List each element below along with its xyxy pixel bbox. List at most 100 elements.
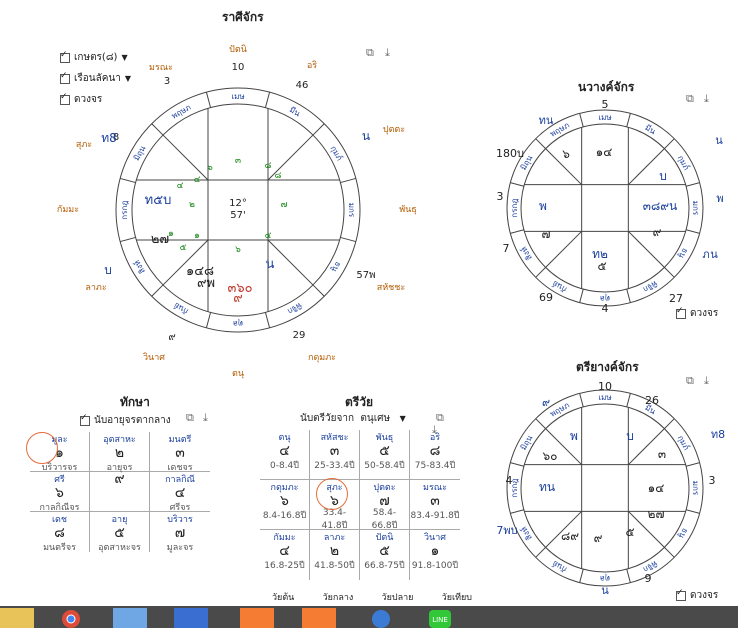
grid-cell: กัมมะ๔ 16.8-25ปี xyxy=(260,530,310,580)
notepad-icon[interactable] xyxy=(174,608,208,628)
sign-label: เมษ xyxy=(598,393,611,402)
planet-label: ท๕บ xyxy=(145,193,172,208)
cell-num: ๓ xyxy=(430,493,440,509)
ring-divider xyxy=(579,289,584,303)
ring-divider xyxy=(535,547,546,558)
download-icon[interactable]: ⤓ xyxy=(203,411,208,425)
ring-divider xyxy=(120,236,136,243)
triwai-grid: ตนุ๔ 0-8.4ปี สหัสชะ๓ 25-33.4ปี พันธุ๕ 50-58.4… xyxy=(260,430,460,580)
external-link-icon[interactable]: ⧉ xyxy=(436,411,444,425)
cell-label: อริ xyxy=(429,433,441,443)
grid-cell: บริวาร๗มูละจร xyxy=(150,512,210,553)
outer-label: 3 xyxy=(497,190,504,203)
outer-label: ท8 xyxy=(711,428,725,441)
grid-line xyxy=(267,239,314,286)
folder-icon[interactable] xyxy=(0,608,34,628)
ring-divider xyxy=(510,509,524,514)
house-name: ลาภะ xyxy=(85,283,107,293)
triwai-footer: วัยต้น วัยกลาง วัยปลาย วัยเทียบ xyxy=(272,593,472,603)
outer-value: 3 xyxy=(164,76,170,87)
grid-cell: อายุ๕อุตสาหะจร xyxy=(90,512,150,553)
grid-line xyxy=(545,230,583,268)
outer-label: น xyxy=(715,134,723,147)
planet-label: ๙ xyxy=(653,225,662,239)
cell-label: สหัสชะ xyxy=(320,433,349,443)
outer-label: พ xyxy=(716,192,723,205)
cell-sub: มนตรีจร xyxy=(43,543,76,553)
planet-label: บ xyxy=(626,429,634,443)
ring-divider xyxy=(510,462,524,467)
ring-divider xyxy=(626,569,631,583)
snip-icon[interactable] xyxy=(240,608,274,628)
taksa-checkbox[interactable]: นับอายุจรตากลาง xyxy=(80,413,171,428)
cell-num: ๘ xyxy=(54,525,65,541)
external-link-icon[interactable]: ⧉ xyxy=(186,411,194,425)
cell-num: ๕ xyxy=(379,443,390,459)
chevron-down-icon[interactable]: ▼ xyxy=(400,414,406,423)
planet-label: ๒๗ xyxy=(648,507,665,521)
browser-icon[interactable] xyxy=(364,608,398,628)
sign-label: ตุล xyxy=(600,574,610,583)
grid-cell: มนตรี๓เดชจร xyxy=(150,432,210,473)
grid-cell: กาลกิณี๔ศรีจร xyxy=(150,472,210,513)
sign-label: กุมภ์ xyxy=(676,153,692,171)
cell-num: ๖ xyxy=(280,493,289,509)
house-number: ๗ xyxy=(281,200,288,210)
house-number: ๘ xyxy=(275,171,282,181)
outer-label: 3 xyxy=(709,474,716,487)
outer-value: 57พ xyxy=(356,270,375,281)
taksa-title: ทักษา xyxy=(120,395,150,409)
trivamsa-chart: เมษมีนกุมภ์มกรธนูพิจิกตุลกันย์สิงห์กรกฎม… xyxy=(496,380,725,597)
navamsa-chart: เมษมีนกุมภ์มกรธนูพิจิกตุลกันย์สิงห์กรกฎม… xyxy=(496,98,724,315)
outer-label: 69 xyxy=(539,291,553,304)
camera-icon[interactable] xyxy=(302,608,336,628)
calculator-icon[interactable] xyxy=(113,608,147,628)
cell-sub: 91.8-100ปี xyxy=(411,561,459,571)
sign-label: กันย์ xyxy=(551,279,569,295)
sign-label: พฤษภ xyxy=(170,103,192,121)
planet-label: ๕ xyxy=(625,525,634,539)
center-degree: 12° xyxy=(229,198,247,209)
ring-divider xyxy=(535,418,546,429)
ring-divider xyxy=(664,547,675,558)
outer-label: ภ xyxy=(702,248,709,261)
cell-num: ๖ xyxy=(55,485,64,501)
ring-divider xyxy=(579,113,584,127)
ring-divider xyxy=(340,177,356,184)
cell-label: ปัตนิ xyxy=(375,533,394,543)
cell-num: ๘ xyxy=(429,443,441,459)
ring-divider xyxy=(664,418,675,429)
sign-label: มกร xyxy=(691,201,700,216)
house-name: พันธุ xyxy=(399,205,417,215)
cell-num: ๒ xyxy=(114,445,125,461)
house-name: กัมมะ xyxy=(57,205,79,215)
line-icon[interactable]: LINE xyxy=(423,608,457,628)
ring-divider xyxy=(264,92,271,108)
highlight-circle xyxy=(316,478,348,510)
ring-divider xyxy=(626,393,631,407)
trivamsa-checkbox-duangjon[interactable]: ดวงจร xyxy=(676,588,718,603)
outer-label: 7พบ xyxy=(496,524,517,537)
cell-sub: 83.4-91.8ปี xyxy=(410,511,460,521)
sign-label: มกร xyxy=(691,481,700,496)
navamsa-checkbox-duangjon[interactable]: ดวงจร xyxy=(676,306,718,321)
planet-label: ๙ xyxy=(594,531,603,545)
ring-divider xyxy=(151,284,164,297)
grid-cell: ๙ xyxy=(90,472,150,512)
outer-label: 180บ xyxy=(496,147,524,160)
sign-label: เมษ xyxy=(231,92,244,101)
cell-label: บริวาร xyxy=(167,515,193,525)
chrome-icon[interactable] xyxy=(54,608,88,628)
house-number: ๔ xyxy=(194,175,201,185)
triwai-dropdown[interactable]: นับตรีวัยจาก ตนุเศษ ▼ xyxy=(300,411,406,426)
house-number: ๕ xyxy=(180,243,187,253)
ring-divider xyxy=(340,236,356,243)
cell-num: ๗ xyxy=(379,493,390,509)
outer-value: 29 xyxy=(293,330,306,341)
ring-divider xyxy=(686,182,700,187)
grid-cell: ปัตนิ๕ 66.8-75ปี xyxy=(360,530,410,580)
triwai-title: ตรีวัย xyxy=(345,395,374,409)
outer-value: 10 xyxy=(232,62,245,73)
house-number: ๖ xyxy=(235,245,241,255)
ring-divider xyxy=(312,123,325,136)
